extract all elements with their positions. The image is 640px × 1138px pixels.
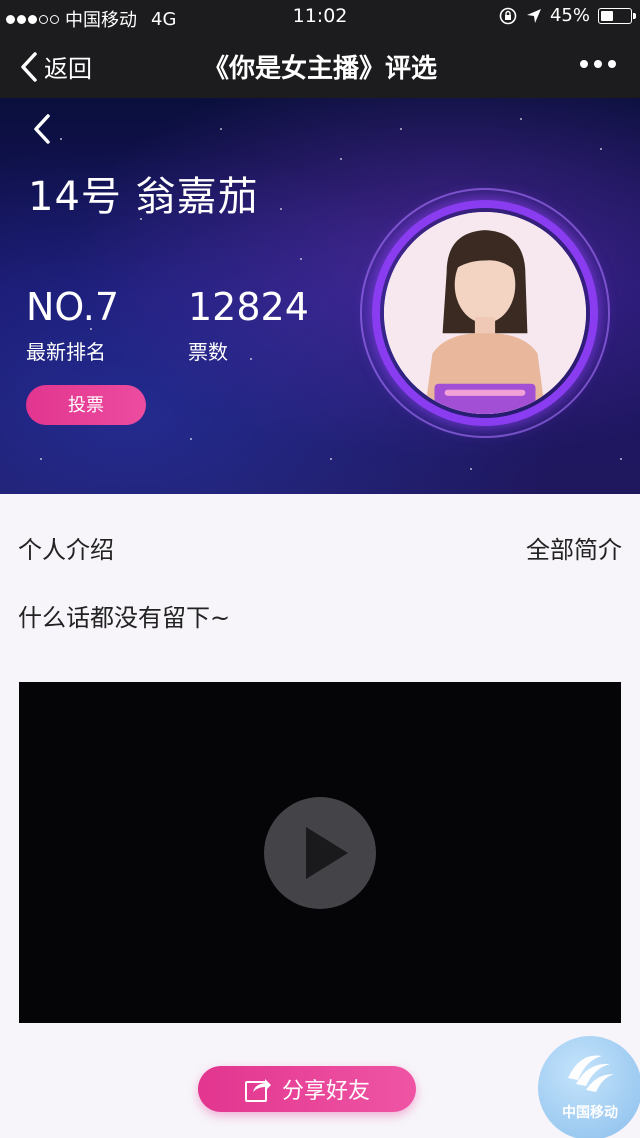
- back-button[interactable]: 返回: [18, 49, 92, 84]
- more-dot-icon: [594, 60, 602, 68]
- rank-label: 最新排名: [26, 340, 106, 364]
- china-mobile-label: 中国移动: [562, 1105, 618, 1121]
- avatar: [384, 212, 586, 414]
- status-right: 45%: [498, 5, 636, 26]
- share-label: 分享好友: [281, 1079, 370, 1104]
- rotation-lock-icon: [499, 7, 517, 24]
- back-label: 返回: [44, 55, 92, 83]
- battery-icon: [598, 7, 636, 24]
- play-icon: [306, 827, 348, 879]
- votes-stat: 12824 票数: [188, 286, 309, 365]
- candidate-hero: 14号 翁嘉茄 NO.7 最新排名 12824 票数 投票: [0, 98, 640, 494]
- full-intro-link[interactable]: 全部简介: [526, 530, 622, 565]
- intro-text: 什么话都没有留下~: [18, 604, 231, 632]
- section-title: 个人介绍: [18, 536, 114, 564]
- china-mobile-logo-icon: [568, 1055, 614, 1092]
- avatar-frame: [360, 188, 610, 438]
- more-dot-icon: [608, 60, 616, 68]
- navigation-bar: 返回 《你是女主播》评选: [0, 34, 640, 98]
- candidate-photo: [384, 212, 586, 414]
- video-player[interactable]: [19, 682, 621, 1023]
- rank-value: NO.7: [26, 285, 120, 329]
- more-dot-icon: [580, 60, 588, 68]
- more-menu-button[interactable]: [580, 60, 616, 68]
- share-icon: [244, 1079, 271, 1102]
- status-bar: 中国移动 4G 11:02 45%: [0, 0, 640, 34]
- battery-level: [601, 10, 614, 21]
- profile-section-header: 个人介绍 全部简介: [18, 530, 622, 566]
- location-arrow-icon: [526, 8, 541, 23]
- votes-label: 票数: [188, 340, 228, 364]
- china-mobile-badge[interactable]: 中国移动: [538, 1036, 640, 1138]
- rank-stat: NO.7 最新排名: [26, 286, 119, 365]
- battery-percent: 45%: [549, 5, 590, 26]
- vote-button[interactable]: 投票: [26, 385, 146, 425]
- chevron-left-icon[interactable]: [30, 112, 54, 146]
- share-button[interactable]: 分享好友: [198, 1066, 416, 1112]
- chevron-left-icon: [21, 51, 37, 82]
- votes-value: 12824: [188, 285, 309, 329]
- page-title: 《你是女主播》评选: [202, 54, 437, 84]
- play-button[interactable]: [264, 797, 376, 909]
- candidate-name: 14号 翁嘉茄: [28, 174, 259, 220]
